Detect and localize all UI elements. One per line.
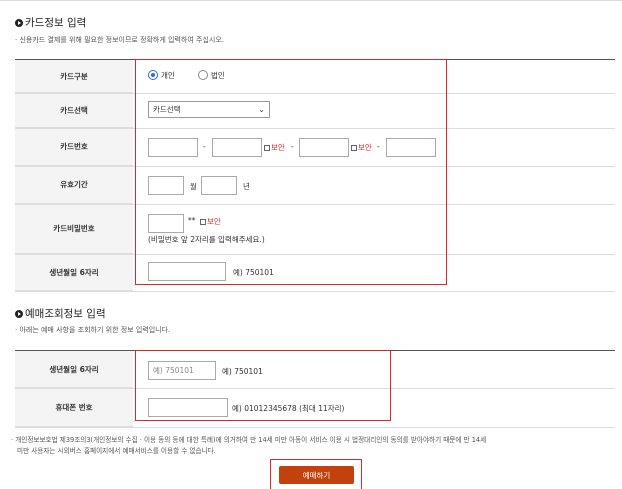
- bullet-icon: [15, 309, 23, 318]
- card-input-highlight: [135, 59, 447, 285]
- inquiry-section-title: 예매조회정보 입력: [15, 306, 106, 321]
- label-expiry: 유효기간: [15, 166, 133, 204]
- row-divider: [15, 291, 615, 292]
- label-card-select: 카드선택: [15, 93, 133, 128]
- reserve-button[interactable]: 예매하기: [279, 466, 354, 484]
- label-inquiry-birth: 생년월일 6자리: [15, 351, 133, 388]
- footer-note-line-1: · 개인정보보호법 제39조의3(개인정보의 수집 · 이용 동의 등에 대한 …: [11, 436, 487, 444]
- inquiry-section-title-text: 예매조회정보 입력: [25, 308, 106, 320]
- card-section-title-text: 카드정보 입력: [25, 17, 87, 29]
- top-divider: [0, 0, 622, 1]
- label-birth: 생년월일 6자리: [15, 254, 133, 291]
- label-card-password: 카드비밀번호: [15, 204, 133, 254]
- row-divider: [15, 427, 615, 428]
- card-section-title: 카드정보 입력: [15, 15, 86, 30]
- inquiry-section-note: · 아래는 예매 사항을 조회하기 위한 정보 입력입니다.: [15, 326, 171, 334]
- label-card-number: 카드번호: [15, 128, 133, 166]
- card-section-note: · 신용카드 결제를 위해 필요한 정보이므로 정확하게 입력하여 주십시오.: [15, 36, 225, 44]
- footer-note-line-2: 미만 사용자는 시외버스 홈페이지에서 예매서비스를 이용할 수 없습니다.: [17, 447, 216, 455]
- inquiry-input-highlight: [135, 350, 391, 421]
- bullet-icon: [15, 18, 23, 27]
- label-card-type: 카드구분: [15, 60, 133, 93]
- label-phone: 휴대폰 번호: [15, 388, 133, 427]
